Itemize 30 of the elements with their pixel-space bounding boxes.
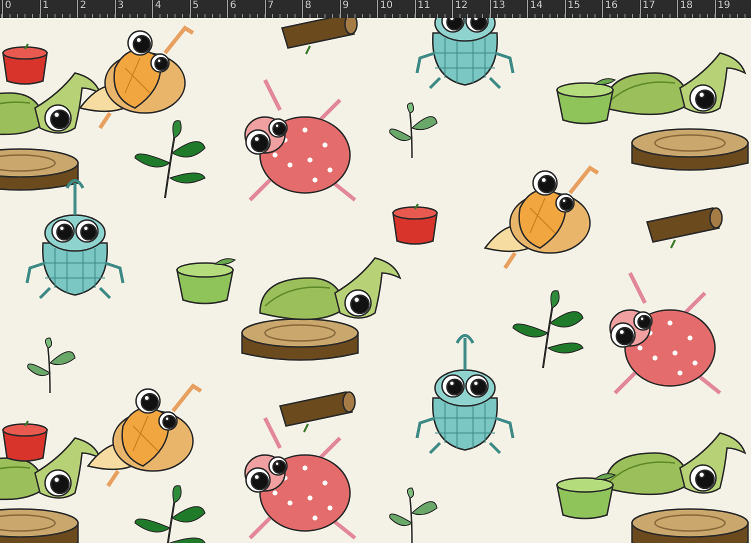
ruler-number: 17 [642,0,656,13]
jelly-cup-drawing [2,420,48,462]
jelly-cup-drawing [392,203,438,245]
leaf-sprig-drawing [27,338,76,393]
ruler-number: 15 [566,0,580,13]
ruler-number: 10 [379,0,393,13]
ruler-number: 11 [416,0,430,13]
leaf-sprig-drawing [389,102,438,158]
ruler-number: 2 [79,0,86,13]
ruler-number: 8 [304,0,312,13]
leaf-sprig-drawing [134,485,206,543]
ruler-number: 14 [529,0,543,13]
ruler-number: 4 [154,0,162,13]
jelly-cup-drawing [176,258,236,304]
ruler-number: 0 [4,0,12,13]
ruler-number: 3 [116,0,124,13]
ruler-number: 1 [42,0,49,13]
ruler-number: 5 [192,0,199,13]
jelly-cup-drawing [556,473,616,520]
ruler-number: 19 [716,0,730,13]
ruler-number: 13 [492,0,506,13]
ruler-number: 6 [229,0,236,13]
jelly-cup-drawing [556,78,616,124]
jelly-cup-drawing [2,43,48,85]
ruler-number: 16 [604,0,618,13]
leaf-sprig-drawing [389,488,438,543]
ruler-number: 9 [342,0,349,13]
ruler-number: 12 [454,0,468,13]
ruler-number: 7 [266,0,274,13]
ruler-number: 18 [679,0,693,13]
